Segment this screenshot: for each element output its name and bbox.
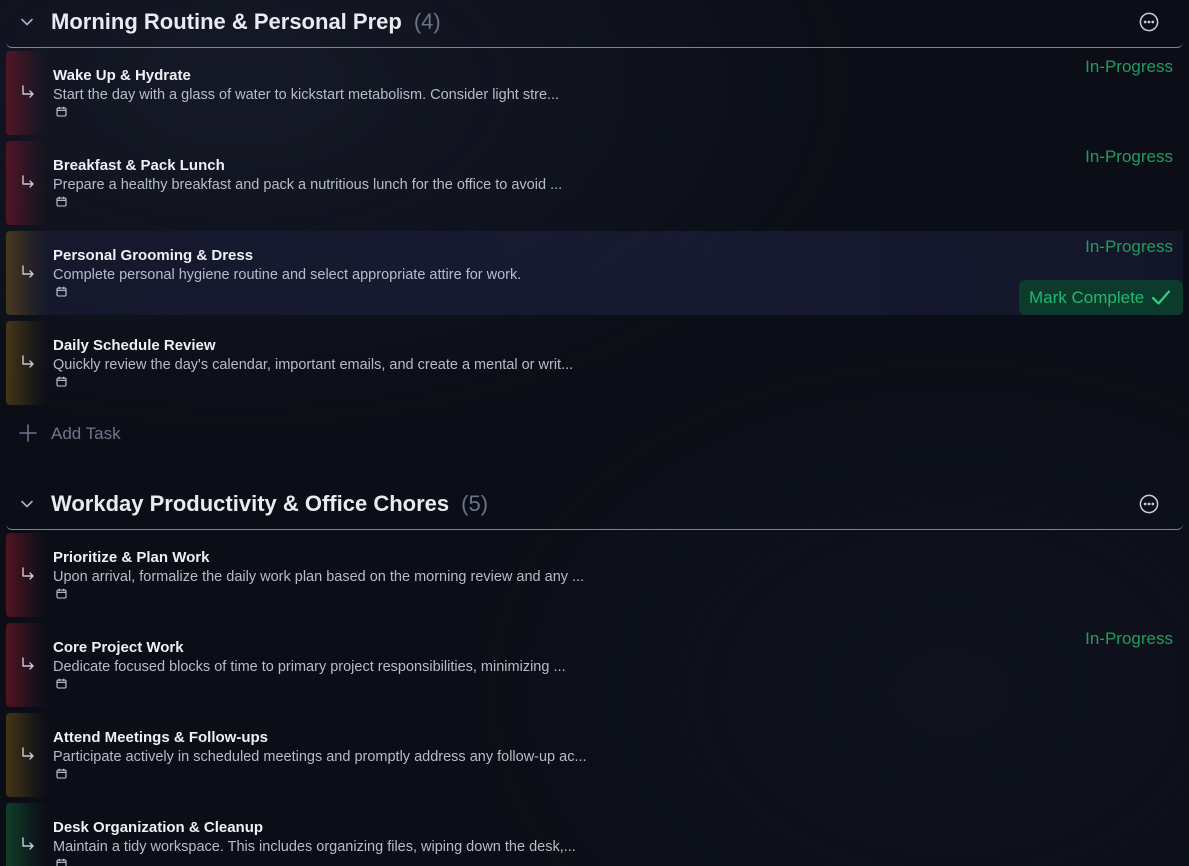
calendar-icon[interactable] [56,106,67,117]
more-options-icon[interactable] [1139,12,1159,32]
calendar-icon[interactable] [56,286,67,297]
priority-accent [6,803,48,866]
checkmark-icon [1151,290,1171,305]
task-description: Dedicate focused blocks of time to prima… [53,659,566,675]
task-description: Participate actively in scheduled meetin… [53,749,587,765]
task-card[interactable]: Attend Meetings & Follow-ups Participate… [6,713,1183,797]
status-badge: In-Progress [1085,237,1173,256]
section-count: (4) [413,9,441,34]
subtask-arrow-icon [22,567,34,580]
task-title: Prioritize & Plan Work [53,549,210,566]
task-description: Start the day with a glass of water to k… [53,87,560,103]
section-count: (5) [461,491,489,516]
subtask-arrow-icon [22,837,34,850]
chevron-down-icon[interactable] [20,15,34,29]
more-options-icon[interactable] [1139,494,1159,514]
section-morning-routine: Morning Routine & Personal Prep (4) Wake … [0,0,1189,443]
task-description: Upon arrival, formalize the daily work p… [53,569,585,585]
add-task-label: Add Task [51,424,121,443]
task-title: Breakfast & Pack Lunch [53,157,225,174]
task-title: Daily Schedule Review [53,337,216,354]
section-title: Workday Productivity & Office Chores (5) [51,491,489,516]
calendar-icon[interactable] [56,768,67,779]
task-card[interactable]: Personal Grooming & Dress Complete perso… [6,231,1183,315]
calendar-icon[interactable] [56,588,67,599]
mark-complete-label: Mark Complete [1029,288,1145,307]
subtask-arrow-icon [22,355,34,368]
chevron-down-icon[interactable] [20,497,34,511]
subtask-arrow-icon [22,175,34,188]
calendar-icon[interactable] [56,858,67,866]
section-workday-productivity: Workday Productivity & Office Chores (5) … [0,482,1189,866]
task-card[interactable]: Breakfast & Pack Lunch Prepare a healthy… [6,141,1183,225]
section-header: Workday Productivity & Office Chores (5) [6,482,1183,530]
task-title: Desk Organization & Cleanup [53,819,264,836]
task-description: Complete personal hygiene routine and se… [53,267,522,283]
task-card[interactable]: Desk Organization & Cleanup Maintain a t… [6,803,1183,866]
status-badge: In-Progress [1085,147,1173,166]
subtask-arrow-icon [22,747,34,760]
task-card[interactable]: Core Project Work Dedicate focused block… [6,623,1183,707]
task-title: Core Project Work [53,639,184,656]
subtask-arrow-icon [22,265,34,278]
section-header: Morning Routine & Personal Prep (4) [6,0,1183,48]
task-title: Wake Up & Hydrate [53,67,191,84]
calendar-icon[interactable] [56,376,67,387]
task-card[interactable]: Wake Up & Hydrate Start the day with a g… [6,51,1183,135]
task-title: Attend Meetings & Follow-ups [53,729,268,746]
mark-complete-button[interactable]: Mark Complete [1019,280,1183,315]
plus-icon [19,424,37,442]
task-description: Prepare a healthy breakfast and pack a n… [53,177,563,193]
status-badge: In-Progress [1085,629,1173,648]
task-title: Personal Grooming & Dress [53,247,254,264]
calendar-icon[interactable] [56,678,67,689]
task-card[interactable]: Daily Schedule Review Quickly review the… [6,321,1183,405]
subtask-arrow-icon [22,657,34,670]
calendar-icon[interactable] [56,196,67,207]
task-description: Maintain a tidy workspace. This includes… [53,839,576,855]
task-description: Quickly review the day's calendar, impor… [53,357,574,373]
subtask-arrow-icon [22,85,34,98]
task-card[interactable]: Prioritize & Plan Work Upon arrival, for… [6,533,1183,617]
section-title: Morning Routine & Personal Prep (4) [51,9,441,34]
status-badge: In-Progress [1085,57,1173,76]
